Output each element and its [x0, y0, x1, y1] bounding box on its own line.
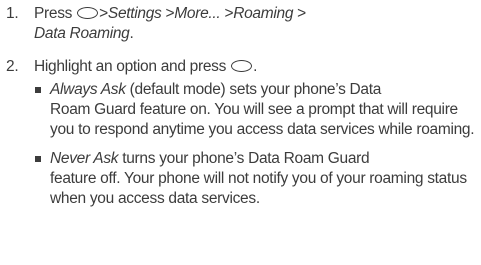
- step-number: 2.: [6, 58, 19, 75]
- option-name: Never Ask: [50, 149, 119, 167]
- path-data-roaming: Data Roaming: [34, 24, 130, 42]
- option-description: Roam Guard feature on. You will see a pr…: [50, 100, 475, 138]
- option-description: (default mode) sets your phone’s Data: [125, 80, 382, 98]
- option-list: Always Ask (default mode) sets your phon…: [34, 80, 476, 209]
- path-separator: >: [165, 5, 175, 22]
- path-separator: >: [297, 5, 306, 22]
- instruction-steps: 1. Press >Settings >More... >Roaming > D…: [6, 4, 476, 218]
- step-1-press-text: Press: [34, 5, 73, 22]
- option-description: feature off. Your phone will not notify …: [50, 169, 467, 207]
- square-bullet-icon: [35, 86, 41, 93]
- option-name: Always Ask: [50, 80, 126, 98]
- menu-key-icon: [77, 7, 99, 19]
- option-description: turns your phone’s Data Roam Guard: [118, 149, 370, 167]
- period: .: [253, 58, 258, 75]
- path-separator: >: [99, 5, 108, 22]
- path-more: More...: [174, 5, 221, 22]
- list-item: Never Ask turns your phone’s Data Roam G…: [34, 149, 476, 209]
- list-item: Always Ask (default mode) sets your phon…: [34, 80, 476, 140]
- step-2-text: Highlight an option and press: [34, 58, 227, 75]
- path-separator: >: [224, 5, 234, 22]
- path-settings: Settings: [107, 5, 162, 22]
- step-1: 1. Press >Settings >More... >Roaming > D…: [6, 4, 476, 43]
- period: .: [129, 24, 134, 42]
- menu-key-icon: [231, 60, 253, 72]
- square-bullet-icon: [35, 155, 41, 162]
- step-2: 2. Highlight an option and press . Alway…: [6, 57, 476, 209]
- path-roaming: Roaming: [233, 5, 294, 22]
- step-number: 1.: [6, 5, 19, 22]
